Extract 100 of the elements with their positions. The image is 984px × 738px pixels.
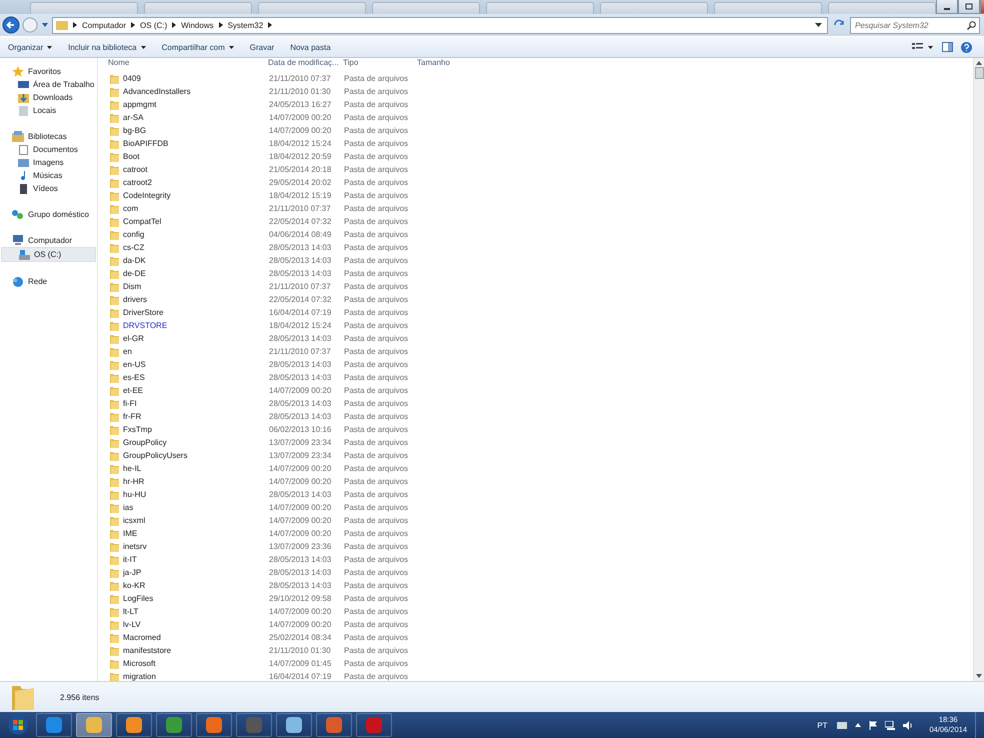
file-name[interactable]: fr-FR [123,412,142,421]
file-name[interactable]: appmgmt [123,100,156,109]
file-name[interactable]: lt-LT [123,607,138,616]
search-field[interactable]: Pesquisar System32 [850,16,980,34]
file-name[interactable]: bg-BG [123,126,146,135]
column-header[interactable]: Data de modificaç... [268,58,343,67]
file-name[interactable]: CodeIntegrity [123,191,171,200]
file-name[interactable]: DRVSTORE [123,321,168,330]
breadcrumb[interactable]: System32 [228,20,264,30]
scroll-down-icon[interactable] [976,674,982,678]
file-name[interactable]: drivers [123,295,148,304]
taskbar-button[interactable] [156,713,192,737]
speaker-icon[interactable] [903,720,914,730]
taskbar-button[interactable] [316,713,352,737]
taskbar-button[interactable] [116,713,152,737]
maximize-button[interactable] [958,0,980,14]
chevron-icon[interactable] [73,22,77,28]
column-header[interactable]: Tamanho [417,58,477,67]
toolbar-button[interactable]: Incluir na biblioteca [64,40,150,54]
file-name[interactable]: en-US [123,360,146,369]
network-icon[interactable] [885,720,896,730]
file-name[interactable]: inetsrv [123,542,147,551]
sidebar-item[interactable]: Downloads [0,91,97,104]
file-name[interactable]: AdvancedInstallers [123,87,191,96]
file-name[interactable]: 0409 [123,74,141,83]
file-name[interactable]: FxsTmp [123,425,152,434]
sidebar-item[interactable]: OS (C:) [1,247,96,262]
file-name[interactable]: config [123,230,144,239]
file-name[interactable]: ias [123,503,134,512]
sidebar-item[interactable]: Documentos [0,143,97,156]
minimize-button[interactable] [936,0,958,14]
scroll-thumb[interactable] [974,67,984,79]
file-name[interactable]: it-IT [123,555,137,564]
file-name[interactable]: Boot [123,152,140,161]
breadcrumb[interactable]: OS (C:) [140,20,168,30]
language-indicator[interactable]: PT [817,720,828,730]
sidebar-item[interactable]: Locais [0,104,97,117]
file-name[interactable]: lv-LV [123,620,141,629]
chevron-icon[interactable] [268,22,272,28]
sidebar-item[interactable]: Vídeos [0,182,97,195]
toolbar-button[interactable]: Organizar [4,40,56,54]
keyboard-icon[interactable] [837,722,848,728]
toolbar-button[interactable]: Compartilhar com [158,40,238,54]
file-name[interactable]: catroot [123,165,148,174]
view-options-icon[interactable] [912,42,934,52]
preview-pane-icon[interactable] [942,42,953,52]
file-name[interactable]: el-GR [123,334,144,343]
file-name[interactable]: et-EE [123,386,144,395]
file-name[interactable]: cs-CZ [123,243,144,252]
sidebar-item[interactable]: Músicas [0,169,97,182]
breadcrumb[interactable]: Windows [181,20,214,30]
file-name[interactable]: hr-HR [123,477,144,486]
file-name[interactable]: GroupPolicyUsers [123,451,188,460]
file-name[interactable]: de-DE [123,269,146,278]
sidebar-group[interactable]: Grupo doméstico [0,208,97,221]
file-name[interactable]: es-ES [123,373,145,382]
toolbar-button[interactable]: Gravar [246,40,278,54]
search-input[interactable]: Pesquisar System32 [854,20,967,30]
sidebar-item[interactable]: Área de Trabalho [0,78,97,91]
file-name[interactable]: icsxml [123,516,146,525]
taskbar-button[interactable] [36,713,72,737]
file-name[interactable]: Dism [123,282,142,291]
file-name[interactable]: IME [123,529,138,538]
chevron-icon[interactable] [218,22,223,28]
sidebar-group[interactable]: Rede [0,275,97,288]
file-name[interactable]: he-IL [123,464,142,473]
file-name[interactable]: ja-JP [123,568,142,577]
file-name[interactable]: ar-SA [123,113,144,122]
file-name[interactable]: fi-FI [123,399,137,408]
file-name[interactable]: da-DK [123,256,146,265]
caret-icon[interactable] [42,23,48,27]
sidebar-group[interactable]: Favoritos [0,65,97,78]
caret-icon[interactable] [855,723,862,727]
file-name[interactable]: Macromed [123,633,161,642]
file-name[interactable]: Microsoft [123,659,156,668]
file-name[interactable]: manifeststore [123,646,172,655]
file-name[interactable]: LogFiles [123,594,154,603]
taskbar-button[interactable] [356,713,392,737]
column-header[interactable]: Nome [108,58,268,67]
file-name[interactable]: DriverStore [123,308,164,317]
file-name[interactable]: GroupPolicy [123,438,167,447]
chevron-icon[interactable] [172,22,176,28]
scroll-up-icon[interactable] [976,61,982,65]
file-name[interactable]: migration [123,672,156,681]
taskbar-button[interactable] [196,713,232,737]
file-name[interactable]: CompatTel [123,217,162,226]
sidebar-item[interactable]: Imagens [0,156,97,169]
help-icon[interactable] [961,42,972,52]
file-name[interactable]: com [123,204,138,213]
file-name[interactable]: BioAPIFFDB [123,139,168,148]
file-name[interactable]: catroot2 [123,178,152,187]
toolbar-button[interactable]: Nova pasta [286,40,335,54]
chevron-icon[interactable] [131,22,136,28]
flag-icon[interactable] [869,720,878,730]
file-name[interactable]: hu-HU [123,490,146,499]
taskbar-button[interactable] [276,713,312,737]
sidebar-group[interactable]: Bibliotecas [0,130,97,143]
back-button[interactable] [2,16,20,34]
address-bar[interactable]: Computador OS (C:) Windows System32 [52,16,828,34]
sidebar-group[interactable]: Computador [0,234,97,247]
